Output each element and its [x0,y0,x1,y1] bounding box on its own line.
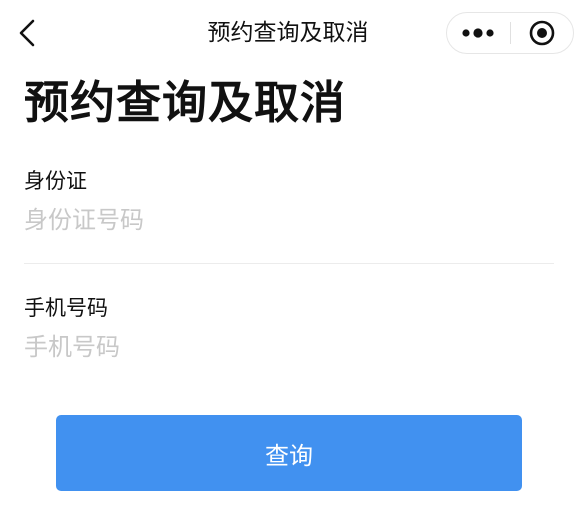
id-card-input[interactable] [24,201,554,239]
close-mini-program-button[interactable] [510,13,573,53]
target-circle-icon [529,20,555,46]
navigation-bar: 预约查询及取消 [0,0,583,66]
phone-input[interactable] [24,328,554,366]
field-divider [24,263,554,264]
query-button[interactable]: 查询 [56,415,522,491]
more-dots-icon [462,28,494,38]
nav-title: 预约查询及取消 [207,20,369,46]
id-card-label: 身份证 [24,169,87,193]
app-screen: 预约查询及取消 预约查询及取消 身份证 手机号码 查 [0,0,583,508]
page-title: 预约查询及取消 [24,76,347,129]
more-button[interactable] [447,13,510,53]
mini-program-capsule [446,12,574,54]
chevron-left-icon [19,19,35,47]
back-button[interactable] [10,16,44,50]
phone-label: 手机号码 [24,296,108,320]
